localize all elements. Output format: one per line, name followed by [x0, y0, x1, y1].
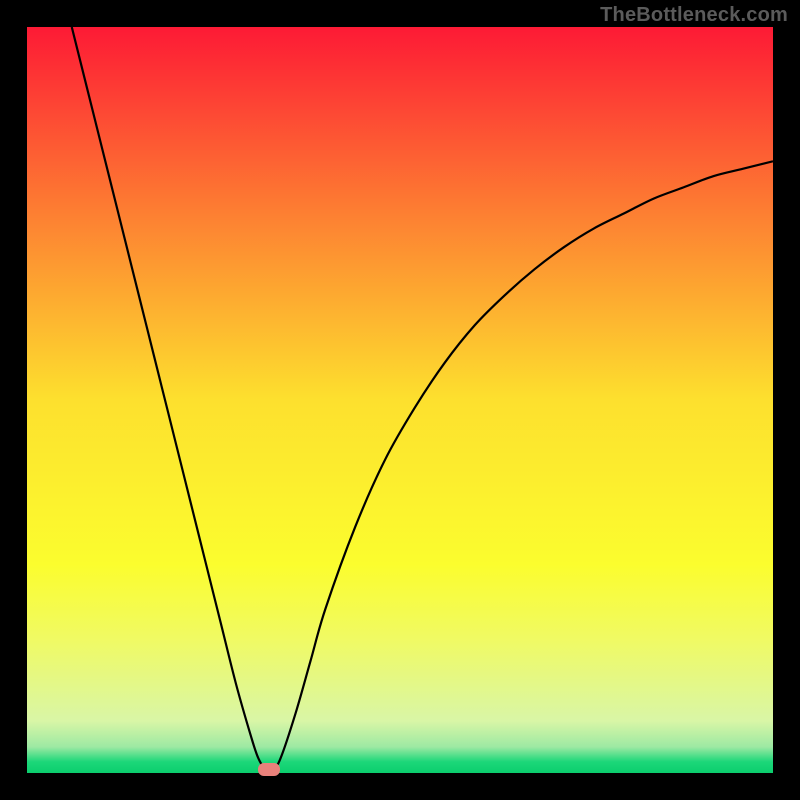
- gradient-background: [27, 27, 773, 773]
- attribution-label: TheBottleneck.com: [600, 4, 788, 27]
- plot-frame: [27, 27, 773, 773]
- bottleneck-chart: [27, 27, 773, 773]
- optimal-marker: [258, 763, 280, 776]
